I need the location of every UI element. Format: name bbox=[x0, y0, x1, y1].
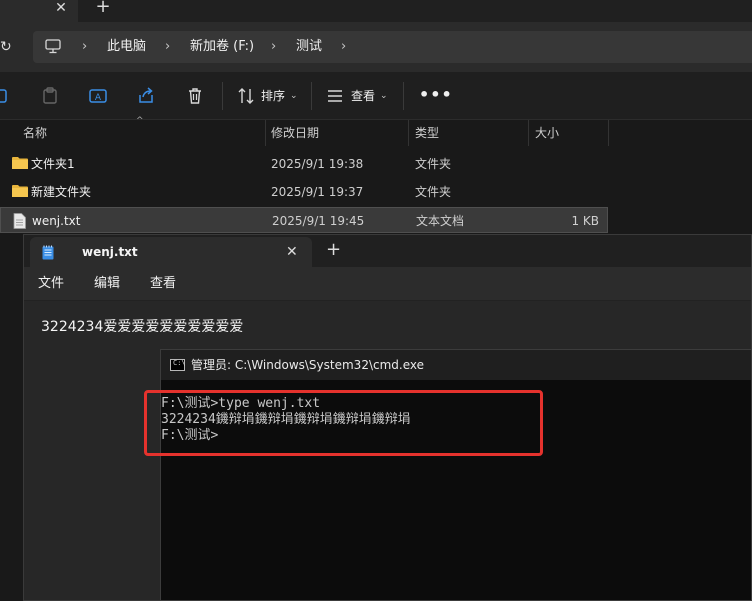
file-type: 文本文档 bbox=[416, 214, 465, 228]
chevron-down-icon[interactable]: ⌄ bbox=[380, 87, 388, 105]
folder-icon bbox=[12, 157, 28, 169]
command-bar: A 排序 ⌄ 查看 ⌄ ••• bbox=[0, 72, 752, 120]
file-modified: 2025/9/1 19:38 bbox=[271, 157, 364, 171]
notepad-tab-title: wenj.txt bbox=[82, 245, 138, 259]
file-size: 1 KB bbox=[571, 214, 599, 228]
chevron-right-icon[interactable]: › bbox=[271, 38, 276, 56]
file-row[interactable]: 新建文件夹 2025/9/1 19:37 文件夹 bbox=[0, 179, 608, 205]
breadcrumb-volume-f[interactable]: 新加卷 (F:) bbox=[190, 38, 254, 56]
chevron-right-icon[interactable]: › bbox=[341, 38, 346, 56]
chevron-down-icon[interactable]: ⌄ bbox=[290, 87, 298, 105]
new-tab-icon[interactable]: + bbox=[326, 240, 341, 260]
column-header-modified[interactable]: 修改日期 bbox=[271, 124, 319, 142]
toolbar-divider bbox=[311, 82, 312, 110]
address-bar[interactable]: › 此电脑 › 新加卷 (F:) › 测试 › bbox=[33, 31, 752, 63]
column-header-type[interactable]: 类型 bbox=[415, 124, 439, 142]
svg-text:A: A bbox=[95, 93, 102, 103]
column-header-size[interactable]: 大小 bbox=[535, 124, 559, 142]
rename-icon[interactable]: A bbox=[88, 86, 108, 106]
sort-icon[interactable] bbox=[236, 86, 256, 106]
folder-icon bbox=[12, 185, 28, 197]
column-divider[interactable] bbox=[265, 120, 266, 146]
view-icon[interactable] bbox=[325, 86, 345, 106]
menu-edit[interactable]: 编辑 bbox=[94, 275, 120, 293]
notepad-tab-strip: wenj.txt ✕ + bbox=[24, 235, 751, 267]
delete-icon[interactable] bbox=[185, 86, 205, 106]
address-row: ↻ › 此电脑 › 新加卷 (F:) › 测试 › bbox=[0, 22, 752, 72]
column-divider[interactable] bbox=[528, 120, 529, 146]
notepad-menu-bar: 文件 编辑 查看 bbox=[24, 267, 751, 301]
file-type: 文件夹 bbox=[415, 185, 452, 199]
menu-view[interactable]: 查看 bbox=[150, 275, 176, 293]
file-name: 新建文件夹 bbox=[31, 185, 92, 199]
close-tab-icon[interactable]: ✕ bbox=[286, 243, 298, 261]
column-divider[interactable] bbox=[408, 120, 409, 146]
refresh-icon[interactable]: ↻ bbox=[0, 39, 14, 55]
notepad-text-area[interactable]: 3224234爱爱爱爱爱爱爱爱爱爱 bbox=[41, 317, 243, 337]
console-icon: C:\ bbox=[170, 359, 186, 371]
new-tab-icon[interactable]: + bbox=[94, 0, 112, 16]
paste-icon[interactable] bbox=[40, 86, 60, 106]
more-options-icon[interactable]: ••• bbox=[419, 85, 453, 104]
sort-button[interactable]: 排序 bbox=[261, 87, 285, 105]
chevron-right-icon[interactable]: › bbox=[165, 38, 170, 56]
file-modified: 2025/9/1 19:45 bbox=[272, 214, 365, 228]
file-name: wenj.txt bbox=[32, 214, 81, 228]
cmd-title-bar[interactable]: C:\ 管理员: C:\Windows\System32\cmd.exe bbox=[161, 350, 751, 380]
sort-ascending-icon: ^ bbox=[136, 116, 144, 126]
column-divider[interactable] bbox=[608, 120, 609, 146]
file-type: 文件夹 bbox=[415, 157, 452, 171]
view-button[interactable]: 查看 bbox=[351, 87, 375, 105]
menu-file[interactable]: 文件 bbox=[38, 275, 64, 293]
breadcrumb-test-folder[interactable]: 测试 bbox=[296, 38, 322, 56]
explorer-tab-strip: ✕ + bbox=[0, 0, 752, 22]
column-header-name[interactable]: 名称 bbox=[23, 124, 47, 142]
breadcrumb-this-pc[interactable]: 此电脑 bbox=[107, 38, 146, 56]
explorer-tab[interactable]: ✕ bbox=[0, 0, 78, 22]
cmd-window-title: 管理员: C:\Windows\System32\cmd.exe bbox=[191, 358, 424, 372]
notepad-tab[interactable]: wenj.txt ✕ bbox=[30, 237, 312, 267]
toolbar-divider bbox=[222, 82, 223, 110]
file-modified: 2025/9/1 19:37 bbox=[271, 185, 364, 199]
highlight-annotation-box bbox=[144, 390, 543, 456]
cmd-window: C:\ 管理员: C:\Windows\System32\cmd.exe F:\… bbox=[160, 349, 752, 601]
notepad-icon bbox=[42, 245, 54, 260]
close-tab-icon[interactable]: ✕ bbox=[52, 0, 70, 16]
chevron-right-icon[interactable]: › bbox=[82, 38, 87, 56]
file-name: 文件夹1 bbox=[31, 157, 75, 171]
file-row-selected[interactable]: wenj.txt 2025/9/1 19:45 文本文档 1 KB bbox=[0, 207, 608, 233]
share-icon[interactable] bbox=[136, 86, 156, 106]
text-file-icon bbox=[13, 213, 26, 229]
computer-icon bbox=[45, 39, 61, 54]
toolbar-divider bbox=[403, 82, 404, 110]
file-row[interactable]: 文件夹1 2025/9/1 19:38 文件夹 bbox=[0, 151, 608, 177]
column-header-row: ^ 名称 修改日期 类型 大小 bbox=[0, 116, 752, 146]
copy-icon[interactable] bbox=[0, 86, 12, 106]
